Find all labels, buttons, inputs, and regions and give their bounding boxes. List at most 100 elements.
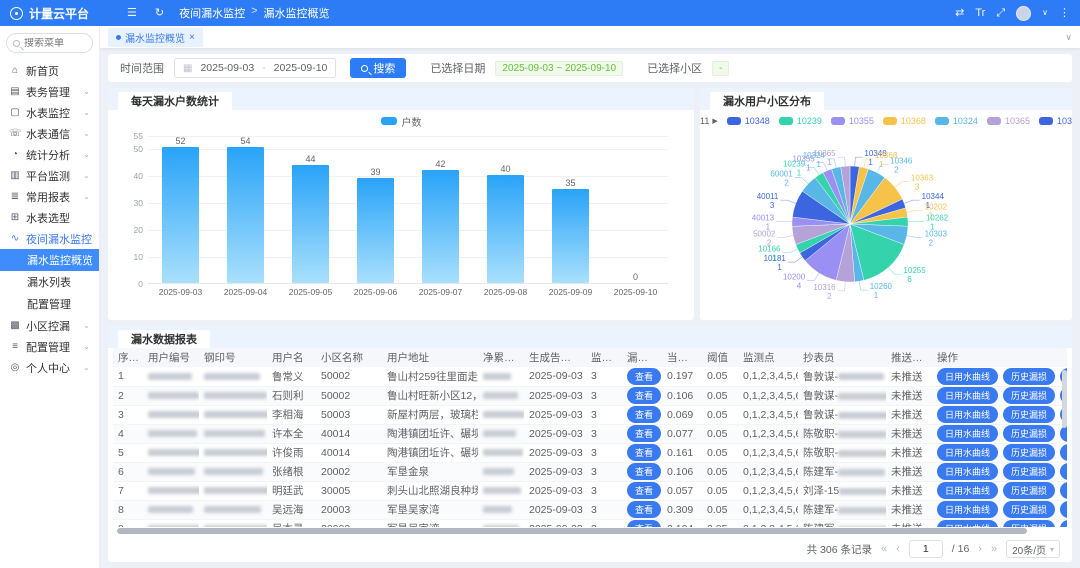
leak-data-table: 序号用户编号钢印号用户名小区名称用户地址净累计流量生成告警日期监测天数漏水详情当… (113, 348, 1067, 527)
kebab-menu-icon[interactable]: ⋮ (1059, 8, 1070, 19)
page-number-input[interactable] (909, 540, 943, 558)
cell-push: 未推送 (886, 405, 932, 424)
sidebar-item[interactable]: ▢水表监控⌄ (0, 102, 99, 123)
fullscreen-icon[interactable]: ⤢ (996, 8, 1005, 19)
history-leak-button[interactable]: 历史漏损 (1003, 520, 1055, 527)
history-leak-button[interactable]: 历史漏损 (1003, 444, 1055, 461)
sidebar-item[interactable]: ◔统计分析⌄ (0, 144, 99, 165)
bar[interactable] (487, 175, 523, 283)
daily-water-curve-button[interactable]: 日用水曲线 (937, 425, 998, 442)
vertical-scrollbar[interactable] (1062, 370, 1067, 428)
refresh-icon[interactable]: ↻ (155, 8, 164, 19)
bar-chart-legend[interactable]: 户数 (108, 112, 694, 130)
single-meter-analysis-button[interactable]: 单表分析 (1060, 520, 1067, 527)
prev-page-button[interactable]: ‹ (896, 543, 900, 555)
menu-search-input[interactable] (24, 38, 82, 49)
search-button[interactable]: 搜索 (350, 58, 406, 78)
cell-address: 刺头山北照湖良种场 (382, 481, 478, 500)
breadcrumb-item[interactable]: 夜间漏水监控 (179, 5, 245, 21)
view-detail-button[interactable]: 查看 (627, 406, 661, 423)
redacted-value (483, 411, 524, 418)
history-leak-button[interactable]: 历史漏损 (1003, 501, 1055, 518)
bar[interactable] (227, 147, 263, 283)
cell-user_no (143, 367, 199, 386)
translate-icon[interactable]: Tr (975, 8, 985, 19)
bar[interactable] (552, 189, 588, 283)
page-size-select[interactable]: 20条/页 ▾ (1006, 540, 1060, 558)
menu-collapse-icon[interactable]: ☰ (127, 8, 137, 19)
history-leak-button[interactable]: 历史漏损 (1003, 406, 1055, 423)
sidebar-item[interactable]: ≣常用报表⌄ (0, 186, 99, 207)
view-detail-button[interactable]: 查看 (627, 520, 661, 527)
last-page-button[interactable]: » (991, 543, 997, 555)
sidebar-item[interactable]: ⊞水表选型 (0, 207, 99, 228)
single-meter-analysis-button[interactable]: 单表分析 (1060, 463, 1067, 480)
bar-slot: 39 (343, 136, 408, 283)
bar[interactable] (162, 147, 198, 283)
table-row: 7明廷武30005刺头山北照湖良种场2025-09-033查看0.0570.05… (113, 481, 1067, 500)
cell-idx: 9 (113, 519, 143, 527)
pie-slice-label: 103633 (911, 174, 934, 192)
bar[interactable] (357, 178, 393, 283)
sidebar-item-label: 夜间漏水监控 (26, 231, 92, 247)
view-detail-button[interactable]: 查看 (627, 501, 661, 518)
daily-water-curve-button[interactable]: 日用水曲线 (937, 482, 998, 499)
view-detail-button[interactable]: 查看 (627, 387, 661, 404)
chevron-down-icon[interactable]: ∨ (1042, 9, 1048, 17)
single-meter-analysis-button[interactable]: 单表分析 (1060, 482, 1067, 499)
avatar[interactable] (1016, 6, 1031, 21)
bar[interactable] (292, 165, 328, 283)
history-leak-button[interactable]: 历史漏损 (1003, 387, 1055, 404)
view-detail-button[interactable]: 查看 (627, 444, 661, 461)
date-range-label: 时间范围 (120, 60, 164, 76)
history-leak-button[interactable]: 历史漏损 (1003, 425, 1055, 442)
sidebar-item[interactable]: ⌂新首页 (0, 60, 99, 81)
daily-water-curve-button[interactable]: 日用水曲线 (937, 387, 998, 404)
view-detail-button[interactable]: 查看 (627, 482, 661, 499)
cell-stamp_no (199, 405, 267, 424)
cell-push: 未推送 (886, 367, 932, 386)
daily-water-curve-button[interactable]: 日用水曲线 (937, 501, 998, 518)
view-detail-button[interactable]: 查看 (627, 368, 661, 385)
table-row: 9吴本录20003军垦吴家湾2025-09-033查看0.1040.050,1,… (113, 519, 1067, 527)
single-meter-analysis-button[interactable]: 单表分析 (1060, 444, 1067, 461)
daily-water-curve-button[interactable]: 日用水曲线 (937, 368, 998, 385)
daily-water-curve-button[interactable]: 日用水曲线 (937, 444, 998, 461)
sidebar-item[interactable]: ◎个人中心⌄ (0, 357, 99, 378)
tab-close-icon[interactable]: × (189, 32, 195, 43)
sidebar-subitem[interactable]: 漏水监控概览 (0, 249, 99, 271)
view-detail-button[interactable]: 查看 (627, 463, 661, 480)
sidebar-item[interactable]: ∿夜间漏水监控⌃ (0, 228, 99, 249)
sidebar-subitem[interactable]: 漏水列表 (0, 271, 99, 293)
sidebar-subitem[interactable]: 配置管理 (0, 293, 99, 315)
bar-chart-x-axis: 2025-09-032025-09-042025-09-052025-09-06… (148, 287, 668, 297)
date-range-picker[interactable]: ▦ 2025-09-03 - 2025-09-10 (174, 58, 336, 78)
view-detail-button[interactable]: 查看 (627, 425, 661, 442)
chevron-down-icon: ⌄ (83, 321, 90, 330)
history-leak-button[interactable]: 历史漏损 (1003, 368, 1055, 385)
reader-name: 陈建军- (803, 466, 838, 478)
cell-threshold: 0.05 (702, 367, 738, 386)
theme-switch-icon[interactable]: ⇄ (955, 8, 964, 19)
breadcrumb-item[interactable]: 漏水监控概览 (264, 5, 330, 21)
daily-water-curve-button[interactable]: 日用水曲线 (937, 463, 998, 480)
history-leak-button[interactable]: 历史漏损 (1003, 463, 1055, 480)
sidebar-item[interactable]: ☏水表通信⌄ (0, 123, 99, 144)
single-meter-analysis-button[interactable]: 单表分析 (1060, 501, 1067, 518)
cell-daily_avg: 0.309 (662, 500, 702, 519)
sidebar-item[interactable]: ▤表务管理⌄ (0, 81, 99, 102)
sidebar-item[interactable]: ▩小区控漏⌄ (0, 315, 99, 336)
horizontal-scrollbar-thumb[interactable] (117, 528, 1027, 534)
history-leak-button[interactable]: 历史漏损 (1003, 482, 1055, 499)
next-page-button[interactable]: › (978, 543, 982, 555)
redacted-value (838, 393, 886, 400)
bar[interactable] (422, 170, 458, 283)
tab-leak-overview[interactable]: 漏水监控概览 × (108, 28, 203, 47)
sidebar-item[interactable]: ≡配置管理⌄ (0, 336, 99, 357)
daily-water-curve-button[interactable]: 日用水曲线 (937, 520, 998, 527)
daily-water-curve-button[interactable]: 日用水曲线 (937, 406, 998, 423)
sidebar-item[interactable]: ▥平台监测⌄ (0, 165, 99, 186)
sidebar-search[interactable] (6, 33, 93, 53)
first-page-button[interactable]: « (881, 543, 887, 555)
tabbar-collapse-icon[interactable]: ∨ (1065, 32, 1072, 43)
